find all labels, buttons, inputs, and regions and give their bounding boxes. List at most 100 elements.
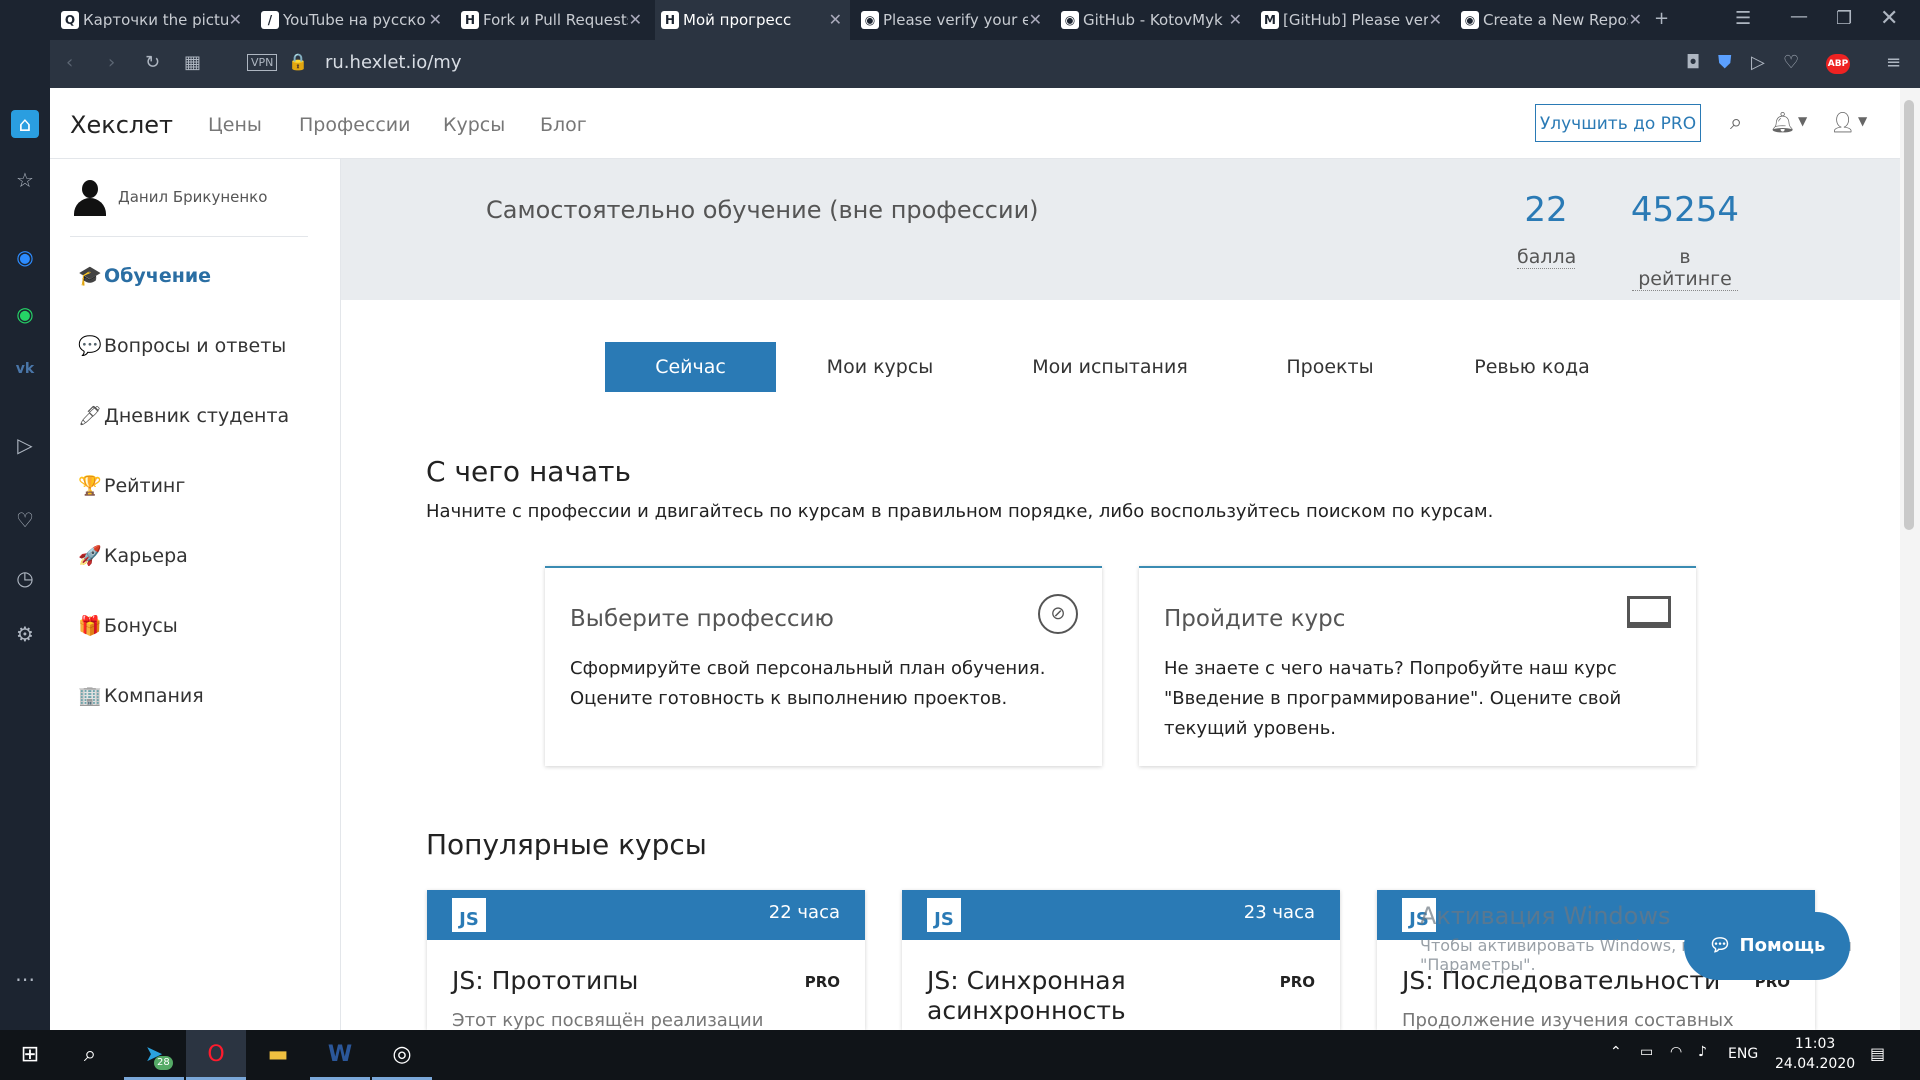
restore-icon[interactable]: ❐: [1836, 8, 1852, 29]
site-logo[interactable]: Хекслет: [70, 111, 173, 139]
forward-icon[interactable]: ›: [108, 52, 115, 73]
tab-favicon-icon: ◉: [1061, 11, 1079, 29]
user-name[interactable]: Данил Брикуненко: [118, 188, 267, 206]
take-course-card[interactable]: Пройдите курс Не знаете с чего начать? П…: [1139, 566, 1696, 766]
browser-tab[interactable]: Q Карточки the pictur ✕: [55, 0, 250, 40]
browser-tab[interactable]: / YouTube на русско ✕: [255, 0, 450, 40]
url-field[interactable]: ru.hexlet.io/my: [325, 52, 461, 73]
new-tab-icon[interactable]: +: [1654, 8, 1669, 29]
vk-icon[interactable]: vk: [11, 355, 39, 383]
close-tab-icon[interactable]: ✕: [1429, 0, 1442, 40]
history-icon[interactable]: ◷: [11, 564, 39, 592]
tab-label: Please verify your er: [883, 11, 1028, 29]
back-icon[interactable]: ‹: [66, 52, 73, 73]
camera-icon[interactable]: ◘: [1686, 52, 1700, 73]
sidebar-item-company[interactable]: 🏢 Компания: [78, 684, 204, 707]
user-icon[interactable]: 👤︎: [1830, 110, 1855, 134]
tab-now[interactable]: Сейчас: [605, 342, 776, 392]
close-tab-icon[interactable]: ✕: [229, 0, 242, 40]
reload-icon[interactable]: ↻: [145, 52, 160, 73]
tab-code-review[interactable]: Ревью кода: [1462, 342, 1602, 392]
folder-icon[interactable]: ▬: [248, 1030, 308, 1080]
search-icon[interactable]: ⌕: [60, 1030, 120, 1080]
scrollbar-thumb[interactable]: [1904, 100, 1914, 530]
star-icon[interactable]: ☆: [11, 166, 39, 194]
vpn-badge[interactable]: VPN: [247, 54, 278, 71]
bookmark-heart-icon[interactable]: ♡: [1783, 52, 1799, 73]
search-icon[interactable]: ⌕: [1730, 110, 1742, 135]
course-card[interactable]: JS 23 часа JS: Синхронная асинхронность P…: [902, 890, 1340, 1030]
close-tab-icon[interactable]: ✕: [1229, 0, 1242, 40]
close-tab-icon[interactable]: ✕: [429, 0, 442, 40]
settings-icon[interactable]: ⚙: [11, 620, 39, 648]
tray-chevron-icon[interactable]: ⌃: [1610, 1044, 1622, 1060]
sidebar-item-rating[interactable]: 🏆 Рейтинг: [78, 474, 185, 497]
browser-tab[interactable]: ◉ GitHub - KotovMyk ✕: [1055, 0, 1250, 40]
telegram-icon[interactable]: ➤ 28: [124, 1030, 184, 1080]
close-tab-icon[interactable]: ✕: [1629, 0, 1642, 40]
course-title[interactable]: JS: Синхронная асинхронность: [927, 966, 1257, 1026]
nav-blog[interactable]: Блог: [540, 114, 587, 136]
sidebar-item-diary[interactable]: 🖊Дневник студента: [78, 404, 289, 427]
nav-courses[interactable]: Курсы: [443, 114, 505, 136]
volume-icon[interactable]: ♪: [1698, 1044, 1707, 1060]
course-card[interactable]: JS 22 часа JS: Прототипы PRO Этот курс по…: [427, 890, 865, 1030]
help-button[interactable]: 💬︎ Помощь: [1684, 912, 1850, 980]
clock[interactable]: 11:03 24.04.2020: [1775, 1034, 1855, 1074]
browser-tab[interactable]: M [GitHub] Please veri ✕: [1255, 0, 1450, 40]
more-icon[interactable]: ⋯: [11, 965, 39, 993]
browser-tab[interactable]: ◉ Create a New Repos ✕: [1455, 0, 1650, 40]
chevron-down-icon[interactable]: ▼: [1858, 114, 1867, 128]
upgrade-pro-button[interactable]: Улучшить до PRO: [1535, 104, 1701, 142]
course-title[interactable]: JS: Прототипы: [452, 966, 782, 996]
left-menu: [50, 159, 341, 1030]
windows-start-icon[interactable]: ⊞: [0, 1030, 60, 1080]
tab-projects[interactable]: Проекты: [1270, 342, 1390, 392]
chevron-down-icon[interactable]: ▼: [1798, 114, 1807, 128]
adblock-icon[interactable]: ABP: [1826, 54, 1850, 74]
whatsapp-icon[interactable]: ◉: [11, 300, 39, 328]
tab-my-challenges[interactable]: Мои испытания: [1025, 342, 1195, 392]
card-text: Сформируйте свой персональный план обуче…: [570, 658, 1046, 709]
sidebar-item-career[interactable]: 🚀 Карьера: [78, 544, 188, 567]
heart-icon[interactable]: ♡: [11, 506, 39, 534]
browser-tab[interactable]: H Мой прогресс ✕: [655, 0, 850, 40]
bell-icon[interactable]: 🔔︎: [1770, 110, 1795, 134]
close-tab-icon[interactable]: ✕: [829, 0, 842, 40]
close-window-icon[interactable]: ✕: [1880, 6, 1898, 31]
browser-tab[interactable]: H Fork и Pull Requests ✕: [455, 0, 650, 40]
nav-professions[interactable]: Профессии: [299, 114, 411, 136]
easy-setup-icon[interactable]: ≡: [1886, 52, 1901, 73]
close-tab-icon[interactable]: ✕: [1029, 0, 1042, 40]
close-tab-icon[interactable]: ✕: [629, 0, 642, 40]
word-icon[interactable]: W: [310, 1030, 370, 1080]
send-icon[interactable]: ▷: [11, 431, 39, 459]
sidebar-item-learning[interactable]: 🎓 Обучение: [78, 264, 211, 287]
messenger-icon[interactable]: ◉: [11, 243, 39, 271]
choose-profession-card[interactable]: Выберите профессию Сформируйте свой перс…: [545, 566, 1102, 766]
minimize-icon[interactable]: —: [1790, 6, 1808, 27]
battery-icon[interactable]: ▭: [1640, 1044, 1653, 1060]
language-indicator[interactable]: ENG: [1728, 1046, 1758, 1062]
tab-menu-icon[interactable]: ☰: [1735, 8, 1751, 29]
wifi-icon[interactable]: ◠: [1670, 1044, 1682, 1060]
windows-activation-title: Активация Windows: [1420, 902, 1671, 930]
tab-label: GitHub - KotovMyk: [1083, 11, 1223, 29]
notifications-icon[interactable]: ▤: [1870, 1044, 1885, 1063]
browser-tab[interactable]: ◉ Please verify your er ✕: [855, 0, 1050, 40]
sidebar-item-qa[interactable]: 💬 Вопросы и ответы: [78, 334, 286, 357]
points-label[interactable]: балла: [1517, 246, 1576, 269]
home-icon[interactable]: ⌂: [11, 110, 39, 138]
avatar[interactable]: [74, 180, 106, 216]
tab-my-courses[interactable]: Мои курсы: [810, 342, 950, 392]
tabs-grid-icon[interactable]: ▦: [184, 52, 201, 73]
shield-icon[interactable]: ⛊: [1718, 52, 1732, 73]
sidebar-item-bonuses[interactable]: 🎁 Бонусы: [78, 614, 178, 637]
rank-label[interactable]: в рейтинге: [1632, 246, 1738, 291]
opera-sidebar: O ⌂ ☆ ◉ ◉ vk ▷ ♡ ◷ ⚙ ⋯: [0, 0, 50, 1030]
steam-icon[interactable]: ◎: [372, 1030, 432, 1080]
lock-icon: 🔒: [288, 52, 308, 71]
nav-prices[interactable]: Цены: [208, 114, 262, 136]
send-page-icon[interactable]: ▷: [1751, 52, 1765, 73]
opera-icon[interactable]: O: [186, 1030, 246, 1080]
